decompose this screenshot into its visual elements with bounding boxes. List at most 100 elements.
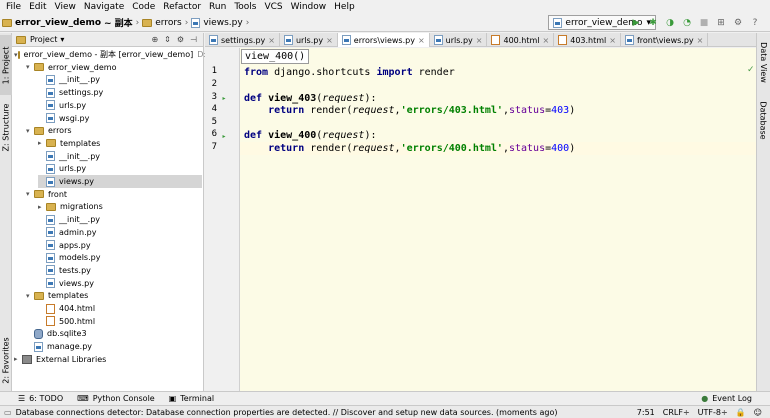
run-gutter-icon[interactable]: ▸: [220, 132, 228, 140]
tree-item[interactable]: wsgi.py: [38, 112, 202, 125]
menu-navigate[interactable]: Navigate: [80, 2, 128, 12]
tab-data-view[interactable]: Data View: [757, 37, 769, 87]
expanded-arrow-icon[interactable]: ▾: [26, 292, 34, 300]
tree-item[interactable]: manage.py: [26, 340, 202, 353]
code-line[interactable]: from django.shortcuts import render: [244, 66, 455, 79]
tree-item[interactable]: ▾ error_view_demo - 副本 [error_view_demo] D…: [14, 48, 206, 61]
tree-item[interactable]: urls.py: [38, 99, 202, 112]
tree-item[interactable]: views.py: [38, 175, 202, 188]
editor-tab[interactable]: settings.py ×: [205, 33, 280, 47]
vcs-icon[interactable]: ⊞: [714, 16, 728, 29]
code-line[interactable]: return render(request,'errors/400.html',…: [244, 142, 575, 155]
tool-window-todo[interactable]: ☰ 6: TODO: [18, 394, 63, 403]
line-separator[interactable]: CRLF÷: [663, 408, 690, 417]
close-icon[interactable]: ×: [697, 36, 704, 45]
tree-item[interactable]: settings.py: [38, 86, 202, 99]
menu-code[interactable]: Code: [128, 2, 159, 12]
close-icon[interactable]: ×: [476, 36, 483, 45]
tree-item[interactable]: urls.py: [38, 162, 202, 175]
menu-view[interactable]: View: [51, 2, 80, 12]
menu-tools[interactable]: Tools: [230, 2, 260, 12]
expanded-arrow-icon[interactable]: ▾: [26, 190, 34, 198]
tab-project-tool[interactable]: 1: Project: [0, 35, 12, 95]
project-view-select[interactable]: Project: [30, 35, 57, 44]
tree-item[interactable]: apps.py: [38, 239, 202, 252]
event-log-button[interactable]: ● Event Log: [701, 394, 752, 403]
breadcrumb-file[interactable]: views.py ›: [191, 17, 249, 28]
tab-favorites-tool[interactable]: 2: Favorites: [0, 333, 12, 388]
menu-window[interactable]: Window: [287, 2, 331, 12]
menu-refactor[interactable]: Refactor: [159, 2, 205, 12]
editor-tab[interactable]: 400.html ×: [487, 33, 555, 47]
tree-item[interactable]: tests.py: [38, 264, 202, 277]
tree-item[interactable]: ▸ migrations: [38, 200, 202, 213]
python-file-icon: [209, 35, 218, 45]
tree-item[interactable]: ▸ templates: [38, 137, 202, 150]
dropdown-arrow-icon[interactable]: ▾: [60, 35, 64, 44]
tab-structure-tool[interactable]: Z: Structure: [0, 97, 12, 157]
tree-item[interactable]: ▸ External Libraries: [14, 353, 202, 366]
expanded-arrow-icon[interactable]: ▾: [26, 127, 34, 135]
tree-item[interactable]: __init__.py: [38, 213, 202, 226]
menu-file[interactable]: File: [2, 2, 25, 12]
inspection-ok-icon[interactable]: ✓: [747, 65, 755, 75]
tree-item[interactable]: 404.html: [38, 302, 202, 315]
run-gutter-icon[interactable]: ▸: [220, 94, 228, 102]
collapsed-arrow-icon[interactable]: ▸: [38, 139, 46, 147]
tree-item[interactable]: db.sqlite3: [26, 327, 202, 340]
close-icon[interactable]: ×: [609, 36, 616, 45]
locate-icon[interactable]: ⊕: [151, 35, 158, 44]
run-icon[interactable]: ▶: [629, 16, 643, 29]
editor-tab[interactable]: front\views.py ×: [621, 33, 709, 47]
collapsed-arrow-icon[interactable]: ▸: [38, 203, 46, 211]
tree-item[interactable]: 500.html: [38, 315, 202, 328]
editor-tab[interactable]: urls.py ×: [280, 33, 338, 47]
lock-icon[interactable]: 🔒: [736, 408, 746, 417]
editor-tab[interactable]: 403.html ×: [554, 33, 621, 47]
close-icon[interactable]: ×: [543, 36, 550, 45]
tree-item[interactable]: ▾ errors: [26, 124, 202, 137]
python-file-icon: [46, 163, 55, 174]
close-icon[interactable]: ×: [268, 36, 275, 45]
breadcrumb-folder[interactable]: errors ›: [142, 18, 188, 28]
close-icon[interactable]: ×: [418, 36, 425, 45]
expanded-arrow-icon[interactable]: ▾: [26, 63, 34, 71]
file-encoding[interactable]: UTF-8÷: [698, 408, 728, 417]
code-token: def: [244, 93, 263, 104]
tree-item[interactable]: __init__.py: [38, 73, 202, 86]
status-message[interactable]: Database connections detector: Database …: [16, 408, 558, 417]
tool-window-python-console[interactable]: ⌨ Python Console: [77, 394, 155, 403]
breadcrumb-project[interactable]: error_view_demo ~ 副本 ›: [2, 16, 139, 29]
tab-database[interactable]: Database: [757, 93, 769, 148]
tree-item[interactable]: ▾ front: [26, 188, 202, 201]
expanded-arrow-icon[interactable]: ▾: [14, 51, 18, 59]
hide-icon[interactable]: ⊣: [190, 35, 197, 44]
tree-item[interactable]: models.py: [38, 251, 202, 264]
help-icon[interactable]: ?: [748, 16, 762, 29]
tool-window-terminal[interactable]: ▣ Terminal: [169, 394, 214, 403]
tree-item[interactable]: admin.py: [38, 226, 202, 239]
tree-item[interactable]: views.py: [38, 277, 202, 290]
menu-edit[interactable]: Edit: [25, 2, 50, 12]
code-line[interactable]: return render(request,'errors/403.html',…: [244, 104, 575, 117]
close-icon[interactable]: ×: [326, 36, 333, 45]
tree-item[interactable]: ▾ templates: [26, 289, 202, 302]
debug-icon[interactable]: ✱: [646, 16, 660, 29]
settings-icon[interactable]: ⚙: [731, 16, 745, 29]
stop-icon[interactable]: ■: [697, 16, 711, 29]
tree-item[interactable]: ▾ error_view_demo: [26, 61, 202, 74]
editor-tab[interactable]: errors\views.py ×: [337, 33, 430, 47]
menu-run[interactable]: Run: [205, 2, 230, 12]
collapsed-arrow-icon[interactable]: ▸: [14, 355, 22, 363]
coverage-icon[interactable]: ◑: [663, 16, 677, 29]
tree-item[interactable]: __init__.py: [38, 150, 202, 163]
editor-tab[interactable]: urls.py ×: [430, 33, 488, 47]
menu-vcs[interactable]: VCS: [260, 2, 286, 12]
gear-icon[interactable]: ⚙: [177, 35, 184, 44]
menu-help[interactable]: Help: [330, 2, 359, 12]
profile-icon[interactable]: ◔: [680, 16, 694, 29]
hector-icon[interactable]: ☺: [754, 408, 762, 417]
code-line[interactable]: def view_400(request):: [244, 129, 377, 142]
collapse-icon[interactable]: ⇕: [164, 35, 171, 44]
caret-position[interactable]: 7:51: [637, 408, 655, 417]
